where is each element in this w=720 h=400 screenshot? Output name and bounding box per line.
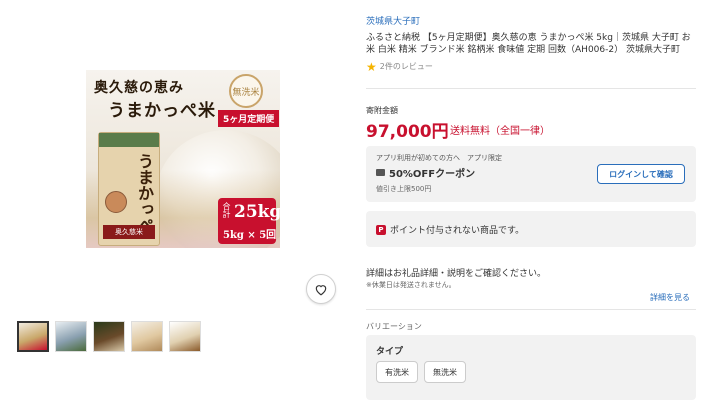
mascot-icon — [105, 191, 127, 213]
bag-label: 奥久慈米 — [103, 225, 155, 239]
see-details-link[interactable]: 詳細を見る — [650, 292, 690, 303]
image-headline-2: うまかっぺ米 — [108, 101, 216, 121]
divider — [366, 309, 696, 310]
favorite-button[interactable] — [306, 274, 336, 304]
points-text: ポイント付与されない商品です。 — [390, 226, 525, 236]
bag-band — [99, 133, 159, 147]
option-yusenmai-button[interactable]: 有洗米 — [376, 361, 418, 383]
coupon-ticket-icon — [376, 169, 385, 176]
total-breakdown: 5kg × 5回 — [223, 230, 277, 241]
product-thumbnail[interactable] — [55, 321, 87, 352]
review-count[interactable]: 2件のレビュー — [380, 61, 433, 72]
total-prefix: 合計 — [222, 202, 231, 218]
coupon-note: アプリ利用が初めての方へ アプリ限定 — [376, 154, 502, 162]
shipping-text: 送料無料（全国一律） — [450, 126, 550, 137]
rice-bag-graphic: うまかっぺ 奥久慈米 — [98, 132, 160, 246]
detail-note: ※休業日は発送されません。 — [366, 281, 456, 289]
detail-text: 詳細はお礼品詳細・説明をご確認ください。 — [366, 269, 547, 279]
rating-row[interactable]: ★ 2件のレビュー — [366, 59, 433, 74]
product-main-image[interactable]: 奥久慈の恵み うまかっぺ米 無洗米 5ヶ月定期便 うまかっぺ 奥久慈米 合計 2… — [86, 70, 280, 248]
donation-amount: 97,000円 — [366, 122, 449, 142]
points-notice: P ポイント付与されない商品です。 — [376, 223, 524, 236]
total-amount-badge: 合計 25kg 5kg × 5回 — [218, 198, 280, 244]
product-thumbnail[interactable] — [169, 321, 201, 352]
option-musenmai-button[interactable]: 無洗米 — [424, 361, 466, 383]
teiki-badge: 5ヶ月定期便 — [218, 110, 280, 127]
star-icon: ★ — [366, 59, 377, 74]
municipality-link[interactable]: 茨城県大子町 — [366, 14, 420, 27]
donation-label: 寄附金額 — [366, 106, 398, 115]
point-icon: P — [376, 224, 386, 235]
heart-outline-icon — [315, 284, 327, 295]
coupon-limit: 値引き上限500円 — [376, 185, 432, 193]
type-label: タイプ — [376, 347, 404, 357]
coupon-title-text: 50%OFFクーポン — [389, 169, 476, 180]
divider — [366, 88, 696, 89]
coupon-title: 50%OFFクーポン — [376, 165, 475, 180]
image-headline-1: 奥久慈の恵み — [94, 80, 184, 96]
product-thumbnail[interactable] — [93, 321, 125, 352]
variation-label: バリエーション — [366, 322, 422, 331]
product-thumbnail[interactable] — [17, 321, 49, 352]
total-amount: 25kg — [234, 202, 280, 222]
login-confirm-button[interactable]: ログインして確認 — [597, 164, 685, 184]
product-title: ふるさと納税 【5ヶ月定期便】奥久慈の恵 うまかっぺ米 5kg｜茨城県 大子町 … — [366, 33, 691, 55]
musenmai-seal: 無洗米 — [229, 74, 263, 108]
product-thumbnail[interactable] — [131, 321, 163, 352]
bag-brand: うまかっぺ — [135, 153, 154, 233]
thumbnail-strip — [17, 321, 201, 352]
